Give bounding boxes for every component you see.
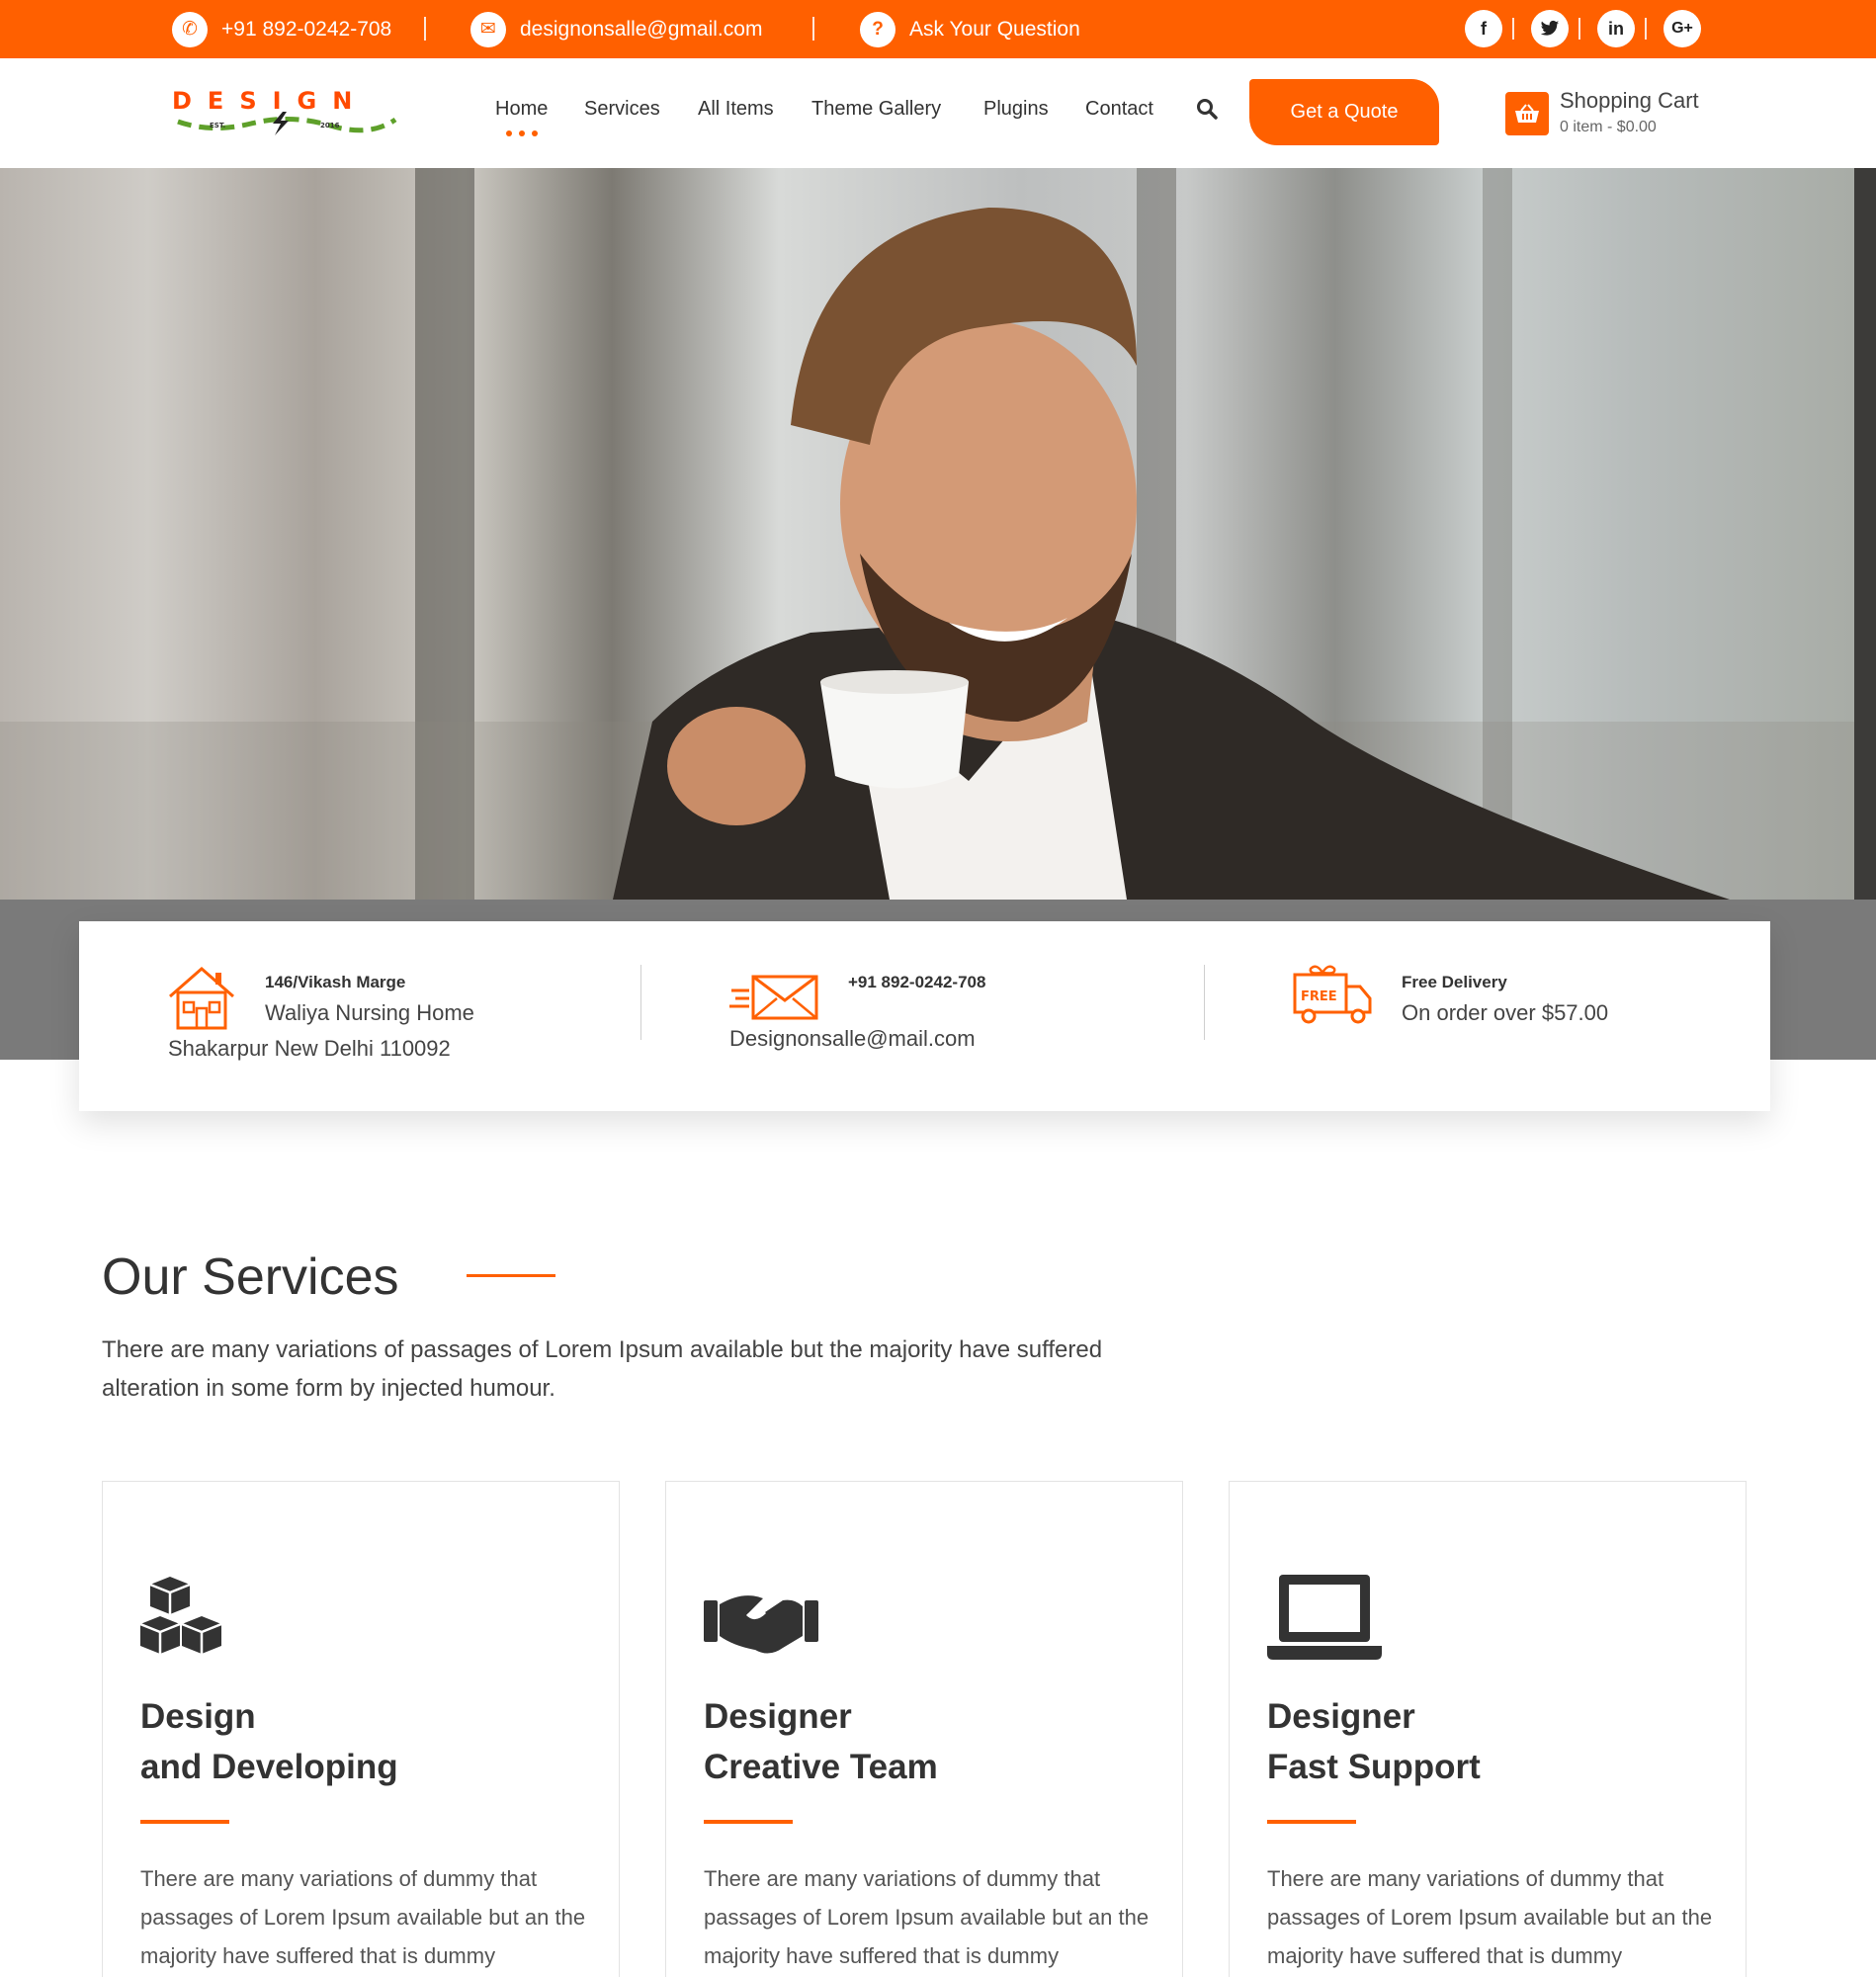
card-title-line-2: Fast Support [1267,1748,1481,1786]
service-card[interactable]: Designer Fast Support There are many var… [1229,1481,1747,1977]
services-heading: Our Services [102,1248,399,1306]
card-title: Designer Fast Support [1267,1691,1481,1792]
topbar-email[interactable]: ✉ designonsalle@gmail.com [470,0,762,58]
card-text: There are many variations of dummy that … [140,1866,586,1968]
top-bar: ✆ +91 892-0242-708 ✉ designonsalle@gmail… [0,0,1876,58]
question-icon: ? [860,11,895,47]
nav-contact[interactable]: Contact [1085,98,1153,121]
topbar-phone-text: +91 892-0242-708 [221,17,392,41]
info-email[interactable]: Designonsalle@mail.com [729,1026,976,1052]
phone-icon: ✆ [172,11,208,47]
site-logo[interactable]: DESIGN EST. 2016 [172,84,399,143]
address-block: 146/Vikash Marge Waliya Nursing Home Sha… [79,921,642,1111]
card-accent-line [140,1820,229,1824]
card-title-line-2: and Developing [140,1748,398,1786]
address-line-2: Waliya Nursing Home [265,1000,474,1025]
social-divider [1645,18,1647,40]
laptop-icon [1267,1573,1382,1664]
phone-email-block: +91 892-0242-708 Designonsalle@mail.com [642,921,1206,1111]
info-divider [640,965,641,1040]
nav-services[interactable]: Services [584,98,660,121]
main-header: DESIGN EST. 2016 Home Services All Items… [0,58,1876,168]
get-a-quote-button[interactable]: Get a Quote [1249,79,1439,145]
twitter-icon[interactable] [1531,10,1569,47]
delivery-block: FREE Free Delivery On order over $57.00 [1206,921,1769,1111]
cubes-icon [139,1573,239,1664]
topbar-question-text: Ask Your Question [909,17,1080,41]
topbar-question[interactable]: ? Ask Your Question [860,0,1080,58]
logo-wordmark: DESIGN [172,87,368,115]
logo-est-left: EST. [210,122,225,129]
topbar-email-text: designonsalle@gmail.com [520,17,763,41]
contact-info-box: 146/Vikash Marge Waliya Nursing Home Sha… [79,921,1770,1111]
card-title-line-1: Designer [704,1697,852,1736]
card-text: There are many variations of dummy that … [704,1866,1150,1968]
service-card[interactable]: Design and Developing There are many var… [102,1481,620,1977]
nav-theme-gallery[interactable]: Theme Gallery [811,98,941,121]
card-title: Design and Developing [140,1691,398,1792]
search-icon[interactable] [1196,98,1218,120]
hero-banner-image [0,168,1854,900]
hero-side-strip [1854,168,1876,900]
delivery-text: On order over $57.00 [1402,1000,1609,1025]
card-title-line-1: Designer [1267,1697,1415,1736]
info-divider [1204,965,1205,1040]
free-badge-text: FREE [1301,989,1337,1004]
facebook-icon[interactable]: f [1465,10,1502,47]
heading-accent-line [467,1274,555,1277]
topbar-divider [812,17,814,41]
topbar-phone[interactable]: ✆ +91 892-0242-708 [172,0,391,58]
house-icon [169,967,234,1030]
nav-active-indicator [506,130,538,136]
free-delivery-truck-icon: FREE [1293,965,1372,1024]
address-line-3: Shakarpur New Delhi 110092 [168,1036,451,1061]
card-title-line-1: Design [140,1697,256,1736]
cart-title[interactable]: Shopping Cart [1560,88,1699,114]
google-plus-icon[interactable]: G+ [1663,10,1701,47]
card-accent-line [1267,1820,1356,1824]
social-divider [1578,18,1580,40]
card-text: There are many variations of dummy that … [1267,1866,1713,1968]
social-divider [1512,18,1514,40]
shopping-basket-icon[interactable] [1505,92,1549,135]
nav-home[interactable]: Home [495,98,548,121]
handshake-icon [704,1573,818,1664]
card-title-line-2: Creative Team [704,1748,938,1786]
delivery-title: Free Delivery [1402,973,1507,991]
logo-est-right: 2016 [320,122,340,129]
address-line-1: 146/Vikash Marge [265,973,406,991]
cart-summary: 0 item - $0.00 [1560,119,1657,135]
nav-all-items[interactable]: All Items [698,98,774,121]
card-accent-line [704,1820,793,1824]
nav-plugins[interactable]: Plugins [983,98,1049,121]
envelope-icon: ✉ [470,11,506,47]
card-title: Designer Creative Team [704,1691,938,1792]
info-phone[interactable]: +91 892-0242-708 [848,973,985,992]
services-description: There are many variations of passages of… [102,1336,1103,1402]
envelope-fast-icon [729,975,818,1020]
topbar-divider [424,17,426,41]
linkedin-icon[interactable]: in [1597,10,1635,47]
service-card[interactable]: Designer Creative Team There are many va… [665,1481,1183,1977]
